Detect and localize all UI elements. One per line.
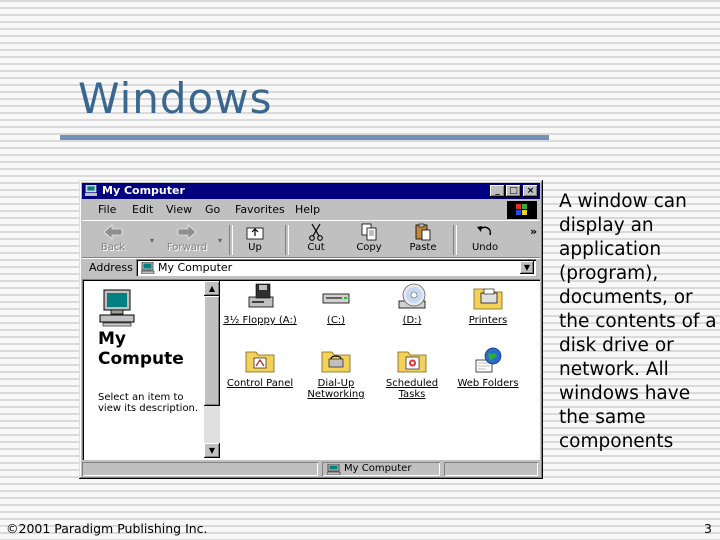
address-bar: Address My Computer ▼	[82, 258, 540, 277]
printers-folder-icon	[473, 288, 503, 310]
icon-label: Scheduled Tasks	[385, 378, 439, 400]
status-panel-zone: My Computer	[322, 462, 440, 476]
icon-label: (D:)	[402, 315, 422, 326]
up-label: Up	[248, 242, 262, 253]
pane-title-line2: Compute	[98, 349, 184, 369]
folder-item-web-folders[interactable]: Web Folders	[450, 346, 526, 389]
hard-drive-icon	[322, 293, 350, 304]
close-button[interactable]: ×	[523, 185, 538, 197]
menu-view[interactable]: View	[166, 203, 192, 216]
status-text: My Computer	[344, 463, 412, 474]
minimize-button[interactable]: _	[490, 185, 505, 197]
back-button[interactable]: Back	[88, 223, 138, 257]
forward-label: Forward	[166, 242, 208, 253]
drive-item-floppy[interactable]: 3½ Floppy (A:)	[222, 283, 298, 326]
my-computer-window[interactable]: My Computer _ □ × File Edit View Go Favo…	[79, 180, 543, 479]
cd-drive-icon	[398, 283, 426, 309]
folder-item-scheduled-tasks[interactable]: Scheduled Tasks	[374, 346, 450, 400]
cut-label: Cut	[307, 242, 325, 253]
web-view-pane: My Compute Select an item to view its de…	[84, 281, 204, 458]
status-bar: My Computer	[82, 462, 540, 476]
icon-label: 3½ Floppy (A:)	[223, 315, 297, 326]
scroll-thumb[interactable]	[204, 296, 220, 406]
menu-bar: File Edit View Go Favorites Help	[82, 201, 540, 219]
folder-item-control-panel[interactable]: Control Panel	[222, 346, 298, 389]
copy-label: Copy	[356, 242, 382, 253]
computer-icon	[327, 464, 341, 475]
forward-arrow-icon	[177, 224, 197, 240]
icon-label: Web Folders	[457, 378, 519, 389]
floppy-drive-icon	[248, 283, 274, 308]
content-area: My Compute Select an item to view its de…	[82, 279, 540, 460]
paste-icon	[415, 223, 431, 241]
control-panel-folder-icon	[245, 351, 275, 373]
windows-logo-icon	[507, 201, 537, 219]
drive-item-c[interactable]: (C:)	[298, 283, 374, 326]
icon-label: (C:)	[326, 315, 346, 326]
back-arrow-icon	[103, 224, 123, 240]
status-panel-right	[444, 462, 538, 476]
toolbar-separator	[285, 225, 289, 255]
address-input[interactable]: My Computer ▼	[136, 259, 536, 276]
maximize-button[interactable]: □	[506, 185, 521, 197]
undo-button[interactable]: Undo	[460, 223, 510, 257]
copy-button[interactable]: Copy	[344, 223, 394, 257]
pane-title: My Compute	[98, 329, 184, 369]
pane-description: Select an item to view its description.	[98, 392, 199, 414]
computer-icon	[141, 262, 155, 274]
menu-go[interactable]: Go	[205, 203, 220, 216]
paste-button[interactable]: Paste	[398, 223, 448, 257]
menu-help[interactable]: Help	[295, 203, 320, 216]
scroll-down-button[interactable]: ▼	[204, 443, 220, 458]
folder-item-printers[interactable]: Printers	[450, 283, 526, 326]
folder-item-dialup-networking[interactable]: Dial-Up Networking	[298, 346, 374, 400]
dialup-networking-folder-icon	[321, 351, 351, 373]
title-rule	[60, 135, 549, 140]
forward-button[interactable]: Forward	[162, 223, 212, 257]
scissors-icon	[309, 223, 323, 241]
standard-toolbar: Back ▾ Forward ▾ Up Cut Copy Paste Undo …	[82, 220, 540, 258]
undo-icon	[477, 226, 492, 236]
back-dropdown-icon[interactable]: ▾	[150, 236, 154, 245]
copyright-footer: ©2001 Paradigm Publishing Inc.	[6, 521, 208, 536]
forward-dropdown-icon[interactable]: ▾	[218, 236, 222, 245]
copy-icon	[361, 223, 377, 241]
scroll-up-button[interactable]: ▲	[204, 281, 220, 296]
slide-body-text: A window can display an application (pro…	[559, 191, 717, 452]
page-number: 3	[704, 521, 712, 536]
address-label: Address	[89, 261, 133, 274]
cut-button[interactable]: Cut	[291, 223, 341, 257]
status-panel-left	[82, 462, 318, 476]
menu-favorites[interactable]: Favorites	[235, 203, 285, 216]
window-title: My Computer	[102, 184, 185, 197]
toolbar-more-chevron[interactable]: »	[530, 225, 537, 238]
computer-large-icon	[99, 289, 135, 327]
web-folders-icon	[475, 347, 502, 373]
paste-label: Paste	[409, 242, 437, 253]
menu-file[interactable]: File	[98, 203, 116, 216]
address-dropdown-button[interactable]: ▼	[520, 261, 534, 274]
window-titlebar[interactable]: My Computer _ □ ×	[82, 183, 540, 199]
up-folder-icon	[246, 227, 264, 240]
back-label: Back	[100, 242, 126, 253]
vertical-scrollbar[interactable]: ▲ ▼	[204, 281, 220, 458]
menu-edit[interactable]: Edit	[132, 203, 153, 216]
icon-label: Dial-Up Networking	[307, 378, 365, 400]
computer-icon	[85, 185, 97, 196]
address-value: My Computer	[158, 261, 233, 274]
toolbar-separator	[453, 225, 457, 255]
icon-label: Control Panel	[226, 378, 294, 389]
undo-label: Undo	[471, 242, 499, 253]
pane-title-line1: My	[98, 329, 126, 349]
icon-view: 3½ Floppy (A:) (C:) (D:) Printers Contro…	[222, 281, 538, 458]
drive-item-d[interactable]: (D:)	[374, 283, 450, 326]
up-button[interactable]: Up	[230, 223, 280, 257]
scheduled-tasks-folder-icon	[397, 351, 427, 373]
icon-label: Printers	[468, 315, 508, 326]
slide-title: Windows	[78, 74, 273, 123]
